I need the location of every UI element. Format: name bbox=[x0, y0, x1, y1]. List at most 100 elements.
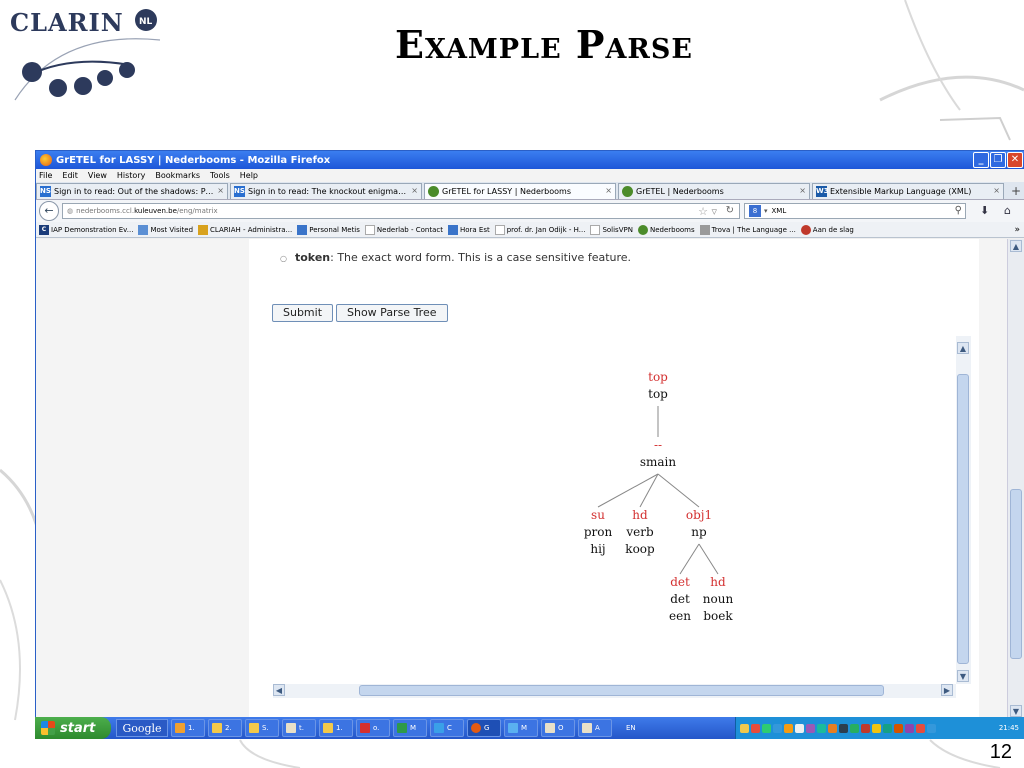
bookmark-item[interactable]: Nederlab - Contact bbox=[364, 224, 443, 235]
tray-icon[interactable] bbox=[872, 723, 881, 733]
tray-icon[interactable] bbox=[817, 723, 826, 733]
tree-node-word: hij bbox=[590, 542, 605, 556]
bookmarks-overflow-icon[interactable]: » bbox=[1014, 225, 1020, 235]
bookmark-item[interactable]: Most Visited bbox=[138, 224, 193, 235]
blank-page-icon bbox=[364, 224, 375, 235]
url-bar[interactable]: ◍ nederbooms.ccl. kuleuven.be/eng/matrix … bbox=[62, 203, 740, 219]
tree-vertical-thumb[interactable] bbox=[957, 374, 969, 664]
bookmark-item[interactable]: prof. dr. Jan Odijk - H... bbox=[494, 224, 586, 235]
tray-icon[interactable] bbox=[751, 723, 760, 733]
scroll-left-icon[interactable]: ◀ bbox=[273, 684, 285, 696]
taskbar-item[interactable]: 2. bbox=[208, 719, 242, 737]
taskbar-item[interactable]: O bbox=[541, 719, 575, 737]
taskbar-item[interactable]: M bbox=[504, 719, 538, 737]
tab-label: GrETEL for LASSY | Nederbooms bbox=[442, 187, 571, 196]
menu-history[interactable]: History bbox=[117, 171, 145, 180]
tray-icon[interactable] bbox=[850, 723, 859, 733]
tree-vertical-scrollbar[interactable]: ▲ ▼ bbox=[956, 336, 971, 684]
scroll-down-icon[interactable]: ▼ bbox=[1010, 705, 1022, 717]
taskbar-item[interactable]: 1. bbox=[171, 719, 205, 737]
minimize-button[interactable]: _ bbox=[973, 152, 989, 168]
tab-close-icon[interactable]: × bbox=[993, 186, 1000, 195]
tray-icon[interactable] bbox=[795, 723, 804, 733]
tray-icon[interactable] bbox=[740, 723, 749, 733]
tray-icon[interactable] bbox=[927, 723, 936, 733]
new-tab-icon[interactable]: + bbox=[1011, 184, 1021, 198]
tray-icon[interactable] bbox=[916, 723, 925, 733]
tab-close-icon[interactable]: × bbox=[411, 186, 418, 195]
taskbar-item[interactable]: t. bbox=[282, 719, 316, 737]
tray-icon[interactable] bbox=[806, 723, 815, 733]
star-icon[interactable]: ☆ ▿ bbox=[698, 205, 717, 218]
dropdown-icon[interactable]: ▾ bbox=[764, 207, 768, 215]
tab-2[interactable]: NS Sign in to read: The knockout enigma:… bbox=[230, 183, 422, 199]
menu-file[interactable]: File bbox=[39, 171, 52, 180]
bookmark-item[interactable]: Nederbooms bbox=[637, 224, 695, 235]
tray-icon[interactable] bbox=[784, 723, 793, 733]
menu-tools[interactable]: Tools bbox=[210, 171, 230, 180]
bookmark-item[interactable]: Personal Metis bbox=[297, 224, 360, 235]
taskbar-item[interactable]: M bbox=[393, 719, 427, 737]
tab-close-icon[interactable]: × bbox=[799, 186, 806, 195]
search-engine-icon[interactable]: 8 bbox=[749, 205, 761, 217]
tray-icon[interactable] bbox=[773, 723, 782, 733]
tree-favicon-icon bbox=[637, 224, 648, 235]
tray-icon[interactable] bbox=[861, 723, 870, 733]
show-parse-tree-button[interactable]: Show Parse Tree bbox=[336, 304, 448, 322]
bookmark-item[interactable]: Hora Est bbox=[447, 224, 490, 235]
bookmark-item[interactable]: SolisVPN bbox=[590, 224, 633, 235]
taskbar-item[interactable]: A bbox=[578, 719, 612, 737]
google-toolbar[interactable]: Google bbox=[116, 719, 168, 737]
scroll-up-icon[interactable]: ▲ bbox=[1010, 240, 1022, 252]
page-scrollbar[interactable]: ▲ ▼ bbox=[1007, 239, 1024, 719]
tab-gretel[interactable]: GrETEL | Nederbooms × bbox=[618, 183, 810, 199]
bookmark-item[interactable]: Trova | The Language ... bbox=[699, 224, 796, 235]
tab-close-icon[interactable]: × bbox=[217, 186, 224, 195]
taskbar-item[interactable]: 1. bbox=[319, 719, 353, 737]
menu-bookmarks[interactable]: Bookmarks bbox=[155, 171, 200, 180]
tray-icon[interactable] bbox=[883, 723, 892, 733]
bookmark-item[interactable]: CLARIAH - Administra... bbox=[198, 224, 292, 235]
bookmark-item[interactable]: Aan de slag bbox=[800, 224, 854, 235]
window-titlebar[interactable]: GrETEL for LASSY | Nederbooms - Mozilla … bbox=[36, 151, 1024, 169]
reload-icon[interactable]: ↻ bbox=[726, 205, 734, 216]
tray-icon[interactable] bbox=[839, 723, 848, 733]
tree-horizontal-thumb[interactable] bbox=[359, 685, 884, 696]
taskbar-item-firefox[interactable]: G bbox=[467, 719, 501, 737]
tree-horizontal-scrollbar[interactable]: ◀ ▶ bbox=[273, 684, 956, 698]
tab-1[interactable]: NS Sign in to read: Out of the shadows: … bbox=[36, 183, 228, 199]
menu-view[interactable]: View bbox=[88, 171, 107, 180]
menu-help[interactable]: Help bbox=[240, 171, 258, 180]
close-button[interactable]: ✕ bbox=[1007, 152, 1023, 168]
tab-xml[interactable]: W3 Extensible Markup Language (XML) × bbox=[812, 183, 1004, 199]
download-icon[interactable]: ⬇ bbox=[980, 204, 989, 217]
tab-gretel-lassy[interactable]: GrETEL for LASSY | Nederbooms × bbox=[424, 183, 616, 199]
ie-page-icon bbox=[297, 224, 308, 235]
taskbar-item[interactable]: S. bbox=[245, 719, 279, 737]
page-scrollbar-thumb[interactable] bbox=[1010, 489, 1022, 659]
bookmark-item[interactable]: C IAP Demonstration Ev... bbox=[39, 224, 133, 235]
scroll-up-icon[interactable]: ▲ bbox=[957, 342, 969, 354]
submit-button[interactable]: Submit bbox=[272, 304, 334, 322]
start-button[interactable]: start bbox=[35, 717, 111, 739]
taskbar-item[interactable]: o. bbox=[356, 719, 390, 737]
folder-icon bbox=[249, 723, 259, 733]
back-button[interactable]: ← bbox=[39, 201, 59, 221]
maximize-button[interactable]: ❐ bbox=[990, 152, 1006, 168]
scroll-right-icon[interactable]: ▶ bbox=[941, 684, 953, 696]
tab-close-icon[interactable]: × bbox=[605, 186, 612, 195]
home-icon[interactable]: ⌂ bbox=[1004, 204, 1011, 217]
search-bar[interactable]: 8 ▾ XML ⚲ bbox=[744, 203, 966, 219]
menu-edit[interactable]: Edit bbox=[62, 171, 78, 180]
tray-icon[interactable] bbox=[905, 723, 914, 733]
tray-icon[interactable] bbox=[894, 723, 903, 733]
tray-icon[interactable] bbox=[828, 723, 837, 733]
tray-icon[interactable] bbox=[762, 723, 771, 733]
taskbar-item[interactable]: C bbox=[430, 719, 464, 737]
bookmark-label: prof. dr. Jan Odijk - H... bbox=[506, 225, 586, 234]
bookmark-label: SolisVPN bbox=[602, 225, 633, 234]
navigation-bar: ← ◍ nederbooms.ccl. kuleuven.be/eng/matri… bbox=[36, 200, 1024, 222]
scroll-down-icon[interactable]: ▼ bbox=[957, 670, 969, 682]
language-indicator[interactable]: EN bbox=[626, 724, 636, 732]
search-icon[interactable]: ⚲ bbox=[955, 205, 962, 216]
